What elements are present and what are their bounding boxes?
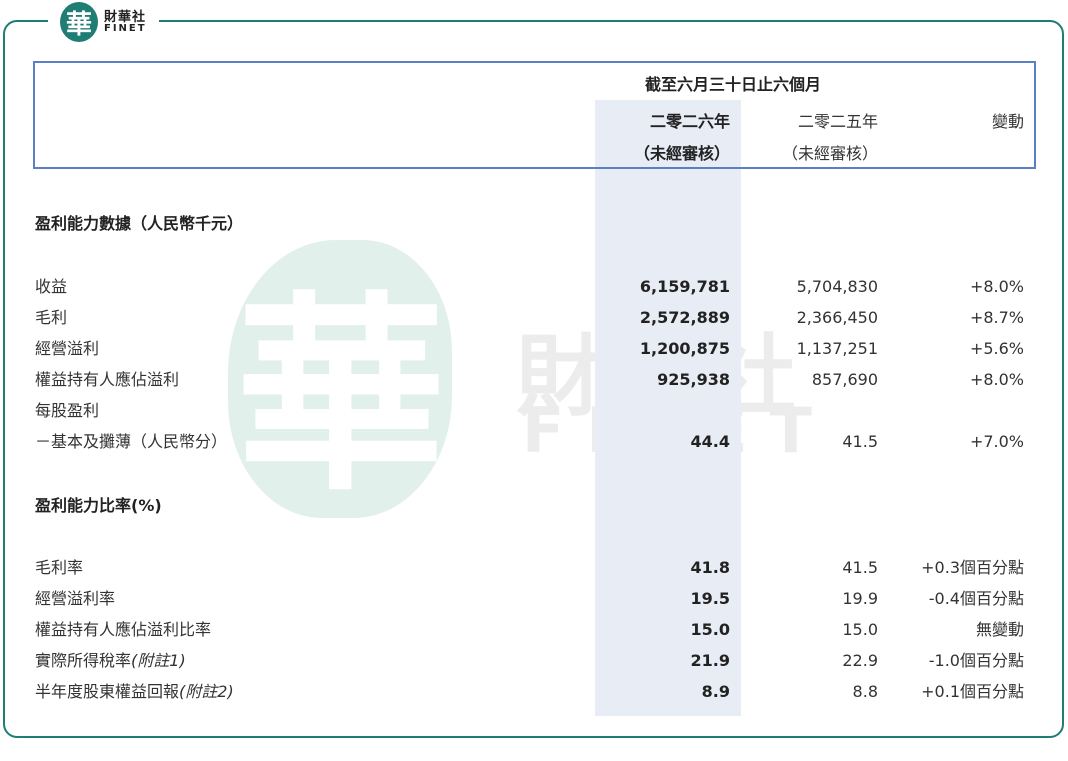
row-label: 經營溢利率 (35, 589, 116, 608)
logo-wordmark: 財華社 FINET (104, 11, 147, 34)
value-change: +0.1個百分點 (921, 682, 1024, 701)
value-change: +8.7% (969, 308, 1024, 327)
row-label: 權益持有人應佔溢利比率 (35, 620, 212, 639)
row-label: 毛利率 (35, 558, 84, 577)
logo-name-cn: 財華社 (104, 9, 147, 25)
value-change: -1.0個百分點 (928, 651, 1024, 670)
value-change: 無變動 (975, 620, 1024, 639)
value-change: +5.6% (969, 339, 1024, 358)
row-label: －基本及攤薄（人民幣分） (35, 432, 228, 451)
row-label-with-note: 半年度股東權益回報(附註2) (35, 682, 234, 702)
finet-logo: 華 財華社 FINET (48, 0, 159, 44)
row-label: 半年度股東權益回報 (35, 682, 180, 701)
row-label: 毛利 (35, 308, 68, 327)
section-title-profitability-data: 盈利能力數據（人民幣千元） (35, 214, 244, 233)
footnote-ref: (附註2) (179, 682, 234, 701)
row-label: 權益持有人應佔溢利 (35, 370, 180, 389)
col-change-header: 變動 (991, 112, 1024, 131)
logo-emblem: 華 (60, 2, 98, 42)
value-change: +8.0% (969, 370, 1024, 389)
row-label: 收益 (35, 277, 68, 296)
row-label: 實際所得稅率 (35, 651, 132, 670)
footnote-ref: (附註1) (131, 651, 186, 670)
row-label: 每股盈利 (35, 401, 100, 420)
section-title-profitability-ratios: 盈利能力比率(%) (35, 496, 162, 515)
logo-name-en: FINET (104, 22, 147, 34)
col-2025-note: （未經審核） (781, 144, 878, 163)
row-label: 經營溢利 (35, 339, 100, 358)
value-change: +0.3個百分點 (921, 558, 1024, 577)
value-change: +7.0% (969, 432, 1024, 451)
period-heading: 截至六月三十日止六個月 (645, 75, 822, 94)
value-change: +8.0% (969, 277, 1024, 296)
row-label-with-note: 實際所得稅率(附註1) (35, 651, 186, 671)
value-change: -0.4個百分點 (928, 589, 1024, 608)
